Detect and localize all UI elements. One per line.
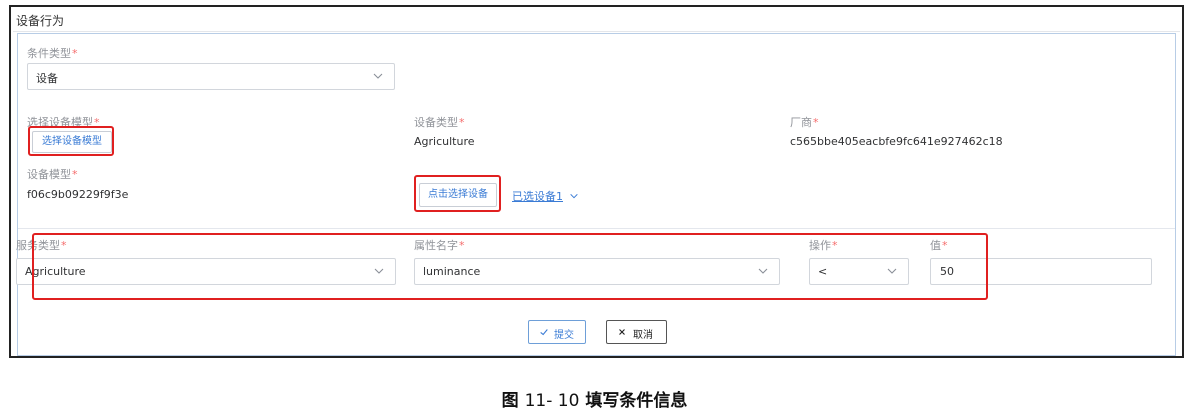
vendor-label: 厂商* [790,116,819,129]
close-icon [619,329,625,335]
check-icon [540,329,548,336]
figure-number: 11- 10 [524,391,580,411]
figure-caption: 图 11- 10 填写条件信息 [0,386,1189,411]
section-divider [18,228,1175,229]
title-divider [13,31,1180,32]
condition-type-label: 条件类型* [27,47,78,60]
vendor-value: c565bbe405eacbfe9fc641e927462c18 [790,135,1003,148]
cancel-button[interactable]: 取消 [606,320,667,344]
condition-panel: 条件类型* 设备 选择设备模型* 选择设备模型 设备类型* Agricultur… [16,33,1176,356]
submit-label: 提交 [554,330,574,341]
device-model-value: f06c9b09229f9f3e [27,188,129,201]
figure-title: 填写条件信息 [585,391,688,411]
selected-devices-link[interactable]: 已选设备1 [512,190,563,203]
selected-devices-dropdown[interactable]: 已选设备1 [512,188,579,204]
submit-button[interactable]: 提交 [528,320,586,344]
device-model-label: 设备模型* [27,168,78,181]
device-type-value: Agriculture [414,135,475,148]
cancel-label: 取消 [633,330,653,341]
condition-type-select[interactable]: 设备 [27,63,395,90]
highlight-box-choose-device [414,175,501,212]
device-type-label: 设备类型* [414,116,465,129]
section-title: 设备行为 [16,14,65,28]
condition-type-value: 设备 [36,72,58,85]
highlight-box-condition-row [32,233,988,300]
figure-prefix: 图 [501,391,519,411]
chevron-down-icon [570,193,578,199]
chevron-down-icon [373,73,383,79]
highlight-box-select-model [28,126,114,156]
device-behavior-frame: 设备行为 条件类型* 设备 选择设备模型* 选择设备模型 设备类型* Agric… [9,5,1184,358]
